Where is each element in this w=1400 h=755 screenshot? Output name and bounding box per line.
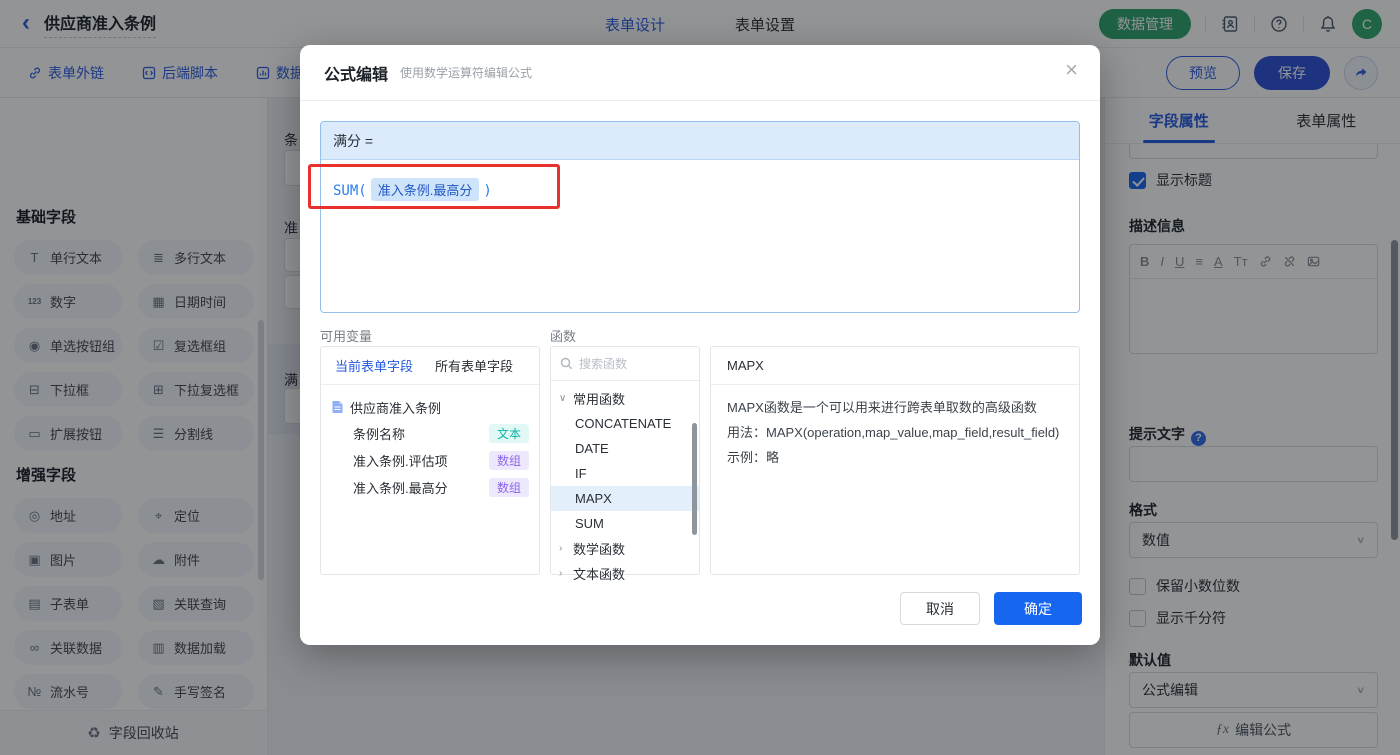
formula-field-chip[interactable]: 准入条例.最高分 [370, 178, 480, 201]
function-item-sum[interactable]: SUM [551, 511, 699, 536]
doc-usage: 用法：MAPX(operation,map_value,map_field,re… [727, 425, 1060, 440]
function-doc-title: MAPX [711, 347, 1079, 385]
confirm-button[interactable]: 确定 [994, 592, 1082, 625]
function-group-text[interactable]: › 文本函数 [551, 561, 699, 586]
chevron-right-icon: › [559, 543, 563, 554]
function-item-concatenate[interactable]: CONCATENATE [551, 411, 699, 436]
modal-header: 公式编辑 使用数学运算符编辑公式 × [300, 45, 1100, 101]
variable-row[interactable]: 准入条例.最高分 数组 [331, 474, 529, 501]
variables-panel: 当前表单字段 所有表单字段 供应商准入条例 条例名称 文本 准入条例.评估项 数… [320, 346, 540, 575]
chevron-down-icon: ∨ [559, 393, 567, 404]
close-icon[interactable]: × [1065, 59, 1078, 81]
variables-tree: 供应商准入条例 条例名称 文本 准入条例.评估项 数组 准入条例.最高分 数组 [321, 385, 539, 510]
modal-title: 公式编辑 [324, 66, 389, 84]
variable-name: 准入条例.评估项 [353, 454, 448, 469]
formula-target: 满分 = [333, 132, 374, 149]
type-badge-array: 数组 [488, 451, 529, 470]
tab-current-form-fields[interactable]: 当前表单字段 [335, 356, 413, 375]
variable-name: 准入条例.最高分 [353, 481, 448, 496]
cancel-button[interactable]: 取消 [900, 592, 980, 625]
doc-description: MAPX函数是一个可以用来进行跨表单取数的高级函数 [727, 400, 1037, 415]
formula-editor[interactable]: 满分 = SUM(准入条例.最高分) [320, 121, 1080, 313]
function-doc-body: MAPX函数是一个可以用来进行跨表单取数的高级函数 用法：MAPX(operat… [711, 385, 1079, 480]
function-group-math[interactable]: › 数学函数 [551, 536, 699, 561]
variables-tabs: 当前表单字段 所有表单字段 [321, 347, 539, 385]
group-label: 数学函数 [573, 542, 626, 557]
formula-target-bar: 满分 = [321, 122, 1079, 160]
formula-func-close: ) [483, 183, 492, 199]
function-search-input[interactable] [579, 356, 671, 371]
functions-panel: ∨ 常用函数 CONCATENATE DATE IF MAPX SUM › 数学函数… [550, 346, 700, 582]
formula-edit-modal: 公式编辑 使用数学运算符编辑公式 × 满分 = SUM(准入条例.最高分) 可用… [300, 45, 1100, 645]
document-icon [332, 401, 343, 413]
variables-label: 可用变量 [320, 329, 373, 344]
form-node-label: 供应商准入条例 [350, 400, 442, 416]
form-node[interactable]: 供应商准入条例 [331, 394, 529, 420]
chevron-right-icon: › [559, 568, 563, 579]
tab-all-form-fields[interactable]: 所有表单字段 [435, 356, 513, 375]
group-label: 文本函数 [573, 567, 626, 582]
formula-func-open: SUM( [333, 183, 367, 199]
variable-name: 条例名称 [353, 427, 406, 442]
function-list-scrollbar[interactable] [692, 423, 697, 535]
search-icon [560, 357, 573, 370]
doc-example: 示例：略 [727, 450, 780, 465]
type-badge-text: 文本 [488, 424, 529, 443]
variable-row[interactable]: 条例名称 文本 [331, 420, 529, 447]
function-item-mapx-selected[interactable]: MAPX [551, 486, 699, 511]
group-label: 常用函数 [573, 392, 626, 407]
function-list: ∨ 常用函数 CONCATENATE DATE IF MAPX SUM › 数学函数… [551, 381, 699, 586]
variable-row[interactable]: 准入条例.评估项 数组 [331, 447, 529, 474]
type-badge-array: 数组 [488, 478, 529, 497]
formula-expression[interactable]: SUM(准入条例.最高分) [321, 160, 1079, 219]
function-search[interactable] [551, 347, 699, 381]
functions-label: 函数 [550, 329, 577, 344]
app-window: ‹ 供应商准入条例 表单设计 表单设置 数据管理 C 表单外链 后端脚本 预览 … [0, 0, 1400, 755]
modal-footer: 取消 确定 [900, 592, 1082, 625]
function-item-if[interactable]: IF [551, 461, 699, 486]
modal-subtitle: 使用数学运算符编辑公式 [400, 66, 533, 80]
function-group-common[interactable]: ∨ 常用函数 [551, 386, 699, 411]
function-item-date[interactable]: DATE [551, 436, 699, 461]
function-doc-panel: MAPX MAPX函数是一个可以用来进行跨表单取数的高级函数 用法：MAPX(o… [710, 346, 1080, 575]
